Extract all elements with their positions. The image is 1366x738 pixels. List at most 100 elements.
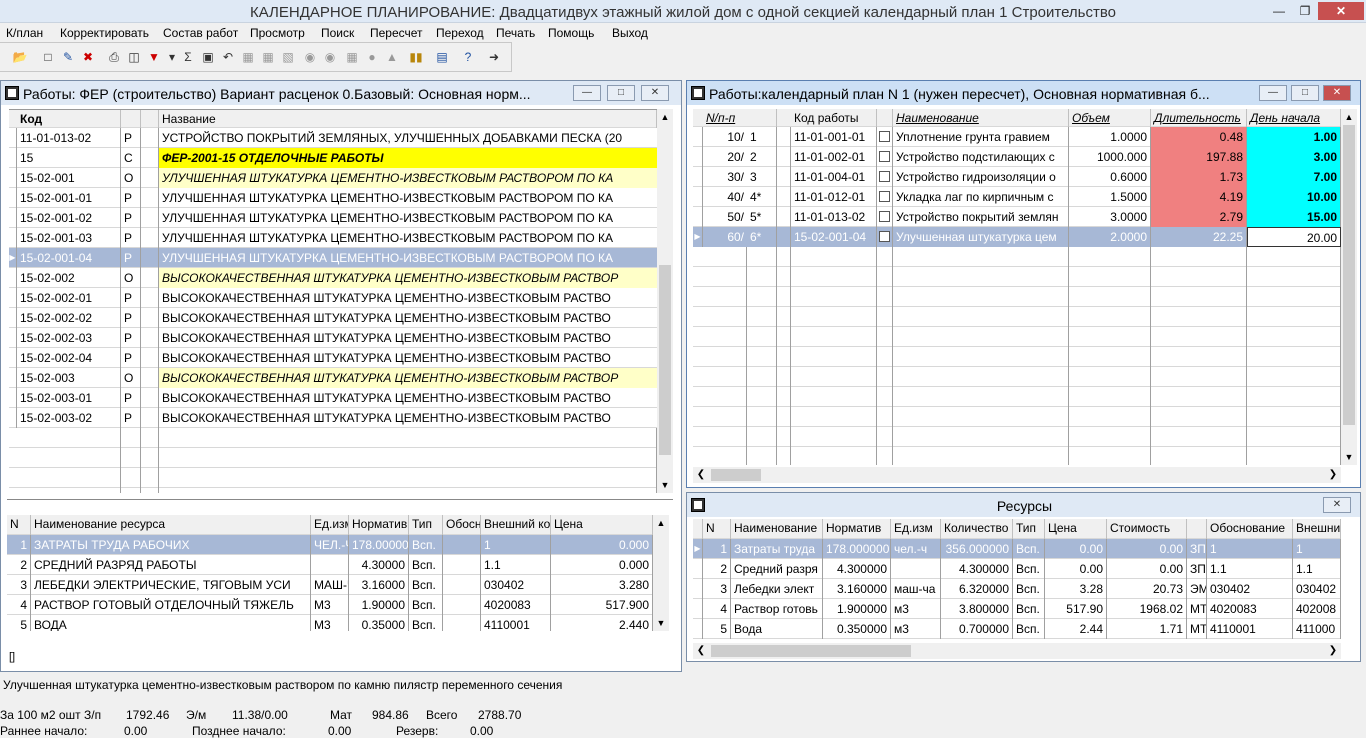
table-row[interactable]: 15-02-001 О УЛУЧШЕННАЯ ШТУКАТУРКА ЦЕМЕНТНО… bbox=[9, 168, 657, 188]
table-row[interactable]: 15-02-001-03 Р УЛУЧШЕННАЯ ШТУКАТУРКА ЦЕМЕН… bbox=[9, 228, 657, 248]
res-col-header[interactable]: Ед.изм bbox=[311, 515, 349, 535]
col-code[interactable]: Код работы bbox=[791, 109, 877, 127]
res-col-header[interactable] bbox=[693, 519, 703, 539]
horizontal-scrollbar[interactable]: ❮ ❯ bbox=[693, 467, 1341, 483]
checkbox-cell[interactable] bbox=[877, 127, 893, 147]
checkbox-cell[interactable] bbox=[877, 187, 893, 207]
res-col-header[interactable]: N bbox=[703, 519, 731, 539]
binoculars-icon[interactable]: ◉ bbox=[302, 49, 318, 65]
res-col-header[interactable]: Стоимость bbox=[1107, 519, 1187, 539]
col-check[interactable] bbox=[877, 109, 893, 127]
res-col-header[interactable]: Обосн. bbox=[443, 515, 481, 535]
menu-view[interactable]: Просмотр bbox=[250, 26, 305, 40]
res-col-header[interactable]: Количество bbox=[941, 519, 1013, 539]
scroll-thumb[interactable] bbox=[711, 645, 911, 657]
scroll-down-icon[interactable]: ▼ bbox=[653, 615, 669, 631]
table-row[interactable]: ▶ 1 Затраты труда 178.000000 чел.-ч 356.00000… bbox=[693, 539, 1341, 559]
col-duration[interactable]: Длительность bbox=[1151, 109, 1247, 127]
table-row[interactable]: 15-02-003-01 Р ВЫСОКОКАЧЕСТВЕННАЯ ШТУКАТУР… bbox=[9, 388, 657, 408]
col-type[interactable] bbox=[121, 110, 141, 128]
table-row[interactable]: 10/1 11-01-001-01 Уплотнение грунта гравие… bbox=[693, 127, 1341, 147]
scroll-down-icon[interactable]: ▼ bbox=[657, 477, 673, 493]
undo-icon[interactable]: ↶ bbox=[220, 49, 236, 65]
close-button[interactable]: ✕ bbox=[641, 85, 669, 101]
checkbox[interactable] bbox=[879, 231, 890, 242]
menu-search[interactable]: Поиск bbox=[321, 26, 354, 40]
scroll-thumb[interactable] bbox=[659, 265, 671, 455]
vertical-scrollbar[interactable]: ▲ ▼ bbox=[657, 109, 673, 493]
scroll-thumb[interactable] bbox=[711, 469, 761, 481]
res-col-header[interactable]: Норматив bbox=[823, 519, 891, 539]
checkbox[interactable] bbox=[879, 211, 890, 222]
table-row[interactable]: 30/3 11-01-004-01 Устройство гидроизоляции… bbox=[693, 167, 1341, 187]
res-col-header[interactable]: Внешни bbox=[1293, 519, 1341, 539]
stop-icon[interactable]: ● bbox=[364, 49, 380, 65]
scroll-up-icon[interactable]: ▲ bbox=[657, 109, 673, 125]
save-icon[interactable]: ▣ bbox=[200, 49, 216, 65]
table-row[interactable]: 15-02-001-02 Р УЛУЧШЕННАЯ ШТУКАТУРКА ЦЕМЕН… bbox=[9, 208, 657, 228]
col-start[interactable]: День начала bbox=[1247, 109, 1341, 127]
table-row[interactable]: 15-02-002 О ВЫСОКОКАЧЕСТВЕННАЯ ШТУКАТУРКА … bbox=[9, 268, 657, 288]
checkbox-cell[interactable] bbox=[877, 207, 893, 227]
close-button[interactable]: ✕ bbox=[1318, 2, 1364, 20]
table-row[interactable]: 5 ВОДА М3 0.35000 Всп. 4110001 2.440 bbox=[7, 615, 653, 631]
list-icon[interactable]: ▦ bbox=[344, 49, 360, 65]
menu-print[interactable]: Печать bbox=[496, 26, 535, 40]
res-col-header[interactable]: Наименование bbox=[731, 519, 823, 539]
res-col-header[interactable]: N bbox=[7, 515, 31, 535]
horizontal-scrollbar[interactable]: ❮ ❯ bbox=[693, 643, 1341, 659]
col-num[interactable]: N/п-п bbox=[703, 109, 777, 127]
table-row[interactable]: 4 Раствор готовь 1.900000 м3 3.800000 Всп. 517… bbox=[693, 599, 1341, 619]
table-row[interactable]: 15 С ФЕР-2001-15 ОТДЕЛОЧНЫЕ РАБОТЫ bbox=[9, 148, 657, 168]
works-catalog-grid[interactable]: Код Название 11-01-013-02 Р УСТРОЙСТВО ПОК… bbox=[9, 109, 657, 493]
res-col-header[interactable]: Тип bbox=[1013, 519, 1045, 539]
res-col-header[interactable]: Тип bbox=[409, 515, 443, 535]
menu-exit[interactable]: Выход bbox=[612, 26, 648, 40]
restore-button[interactable]: ❐ bbox=[1292, 2, 1318, 20]
col-name[interactable]: Название bbox=[159, 110, 657, 128]
scroll-left-icon[interactable]: ❮ bbox=[693, 467, 709, 483]
checkbox[interactable] bbox=[879, 131, 890, 142]
col-volume[interactable]: Объем bbox=[1069, 109, 1151, 127]
checkbox[interactable] bbox=[879, 191, 890, 202]
splitter[interactable] bbox=[7, 499, 673, 500]
table-row[interactable]: 1ЗАТРАТЫ ТРУДА РАБОЧИХЧЕЛ.-Ч178.00000Всп… bbox=[7, 535, 653, 555]
checkbox[interactable] bbox=[879, 151, 890, 162]
tree-icon[interactable]: ▲ bbox=[384, 49, 400, 65]
table-row[interactable]: 15-02-002-01 Р ВЫСОКОКАЧЕСТВЕННАЯ ШТУКАТУР… bbox=[9, 288, 657, 308]
res-col-header[interactable]: Цена bbox=[551, 515, 653, 535]
table-row[interactable]: 15-02-003-02 Р ВЫСОКОКАЧЕСТВЕННАЯ ШТУКАТУР… bbox=[9, 408, 657, 428]
table-row[interactable]: 15-02-002-03 Р ВЫСОКОКАЧЕСТВЕННАЯ ШТУКАТУР… bbox=[9, 328, 657, 348]
col-name[interactable]: Наименование bbox=[893, 109, 1069, 127]
checkbox[interactable] bbox=[879, 171, 890, 182]
scroll-thumb[interactable] bbox=[1343, 125, 1355, 425]
menu-goto[interactable]: Переход bbox=[436, 26, 484, 40]
calendar-plan-grid[interactable]: N/п-п Код работы Наименование Объем Длительн… bbox=[693, 109, 1341, 465]
checkbox-cell[interactable] bbox=[877, 147, 893, 167]
help-icon[interactable]: ? bbox=[460, 49, 476, 65]
checkbox-cell[interactable] bbox=[877, 227, 893, 247]
table-row[interactable]: 3ЛЕБЕДКИ ЭЛЕКТРИЧЕСКИЕ, ТЯГОВЫМ УСИМАШ-Ч… bbox=[7, 575, 653, 595]
table-row[interactable]: 2 СРЕДНИЙ РАЗРЯД РАБОТЫ 4.30000 Всп. 1.1 0.00… bbox=[7, 555, 653, 575]
resources-grid[interactable]: N Наименование ресурса Ед.изм Норматив Тип Об… bbox=[7, 515, 653, 631]
res-col-header[interactable]: Внешний ко bbox=[481, 515, 551, 535]
menu-help[interactable]: Помощь bbox=[548, 26, 594, 40]
table-row[interactable]: 15-02-001-01 Р УЛУЧШЕННАЯ ШТУКАТУРКА ЦЕМЕН… bbox=[9, 188, 657, 208]
col-flag[interactable] bbox=[141, 110, 159, 128]
find-icon[interactable]: ◉ bbox=[322, 49, 338, 65]
print-icon[interactable]: ⎙ bbox=[106, 49, 122, 65]
minimize-button[interactable]: — bbox=[1266, 2, 1292, 20]
scroll-up-icon[interactable]: ▲ bbox=[1341, 109, 1357, 125]
table-icon[interactable]: ▧ bbox=[280, 49, 296, 65]
table-row[interactable]: 4 РАСТВОР ГОТОВЫЙ ОТДЕЛОЧНЫЙ ТЯЖЕЛЬ М3 1.90… bbox=[7, 595, 653, 615]
vertical-scrollbar[interactable]: ▲ ▼ bbox=[653, 515, 669, 631]
menu-kplan[interactable]: К/план bbox=[6, 26, 43, 40]
table-row[interactable]: 50/5* 11-01-013-02 Устройство покрытий зем… bbox=[693, 207, 1341, 227]
dropdown-icon[interactable]: ▾ bbox=[164, 49, 180, 65]
checkbox-cell[interactable] bbox=[877, 167, 893, 187]
table-row[interactable]: ▶ 15-02-001-04 Р УЛУЧШЕННАЯ ШТУКАТУРКА ЦЕМЕ… bbox=[9, 248, 657, 268]
minimize-button[interactable]: — bbox=[573, 85, 601, 101]
table-row[interactable]: 40/4* 11-01-012-01 Укладка лаг по кирпичны… bbox=[693, 187, 1341, 207]
res-col-header[interactable] bbox=[1187, 519, 1207, 539]
res-col-header[interactable]: Ед.изм bbox=[891, 519, 941, 539]
